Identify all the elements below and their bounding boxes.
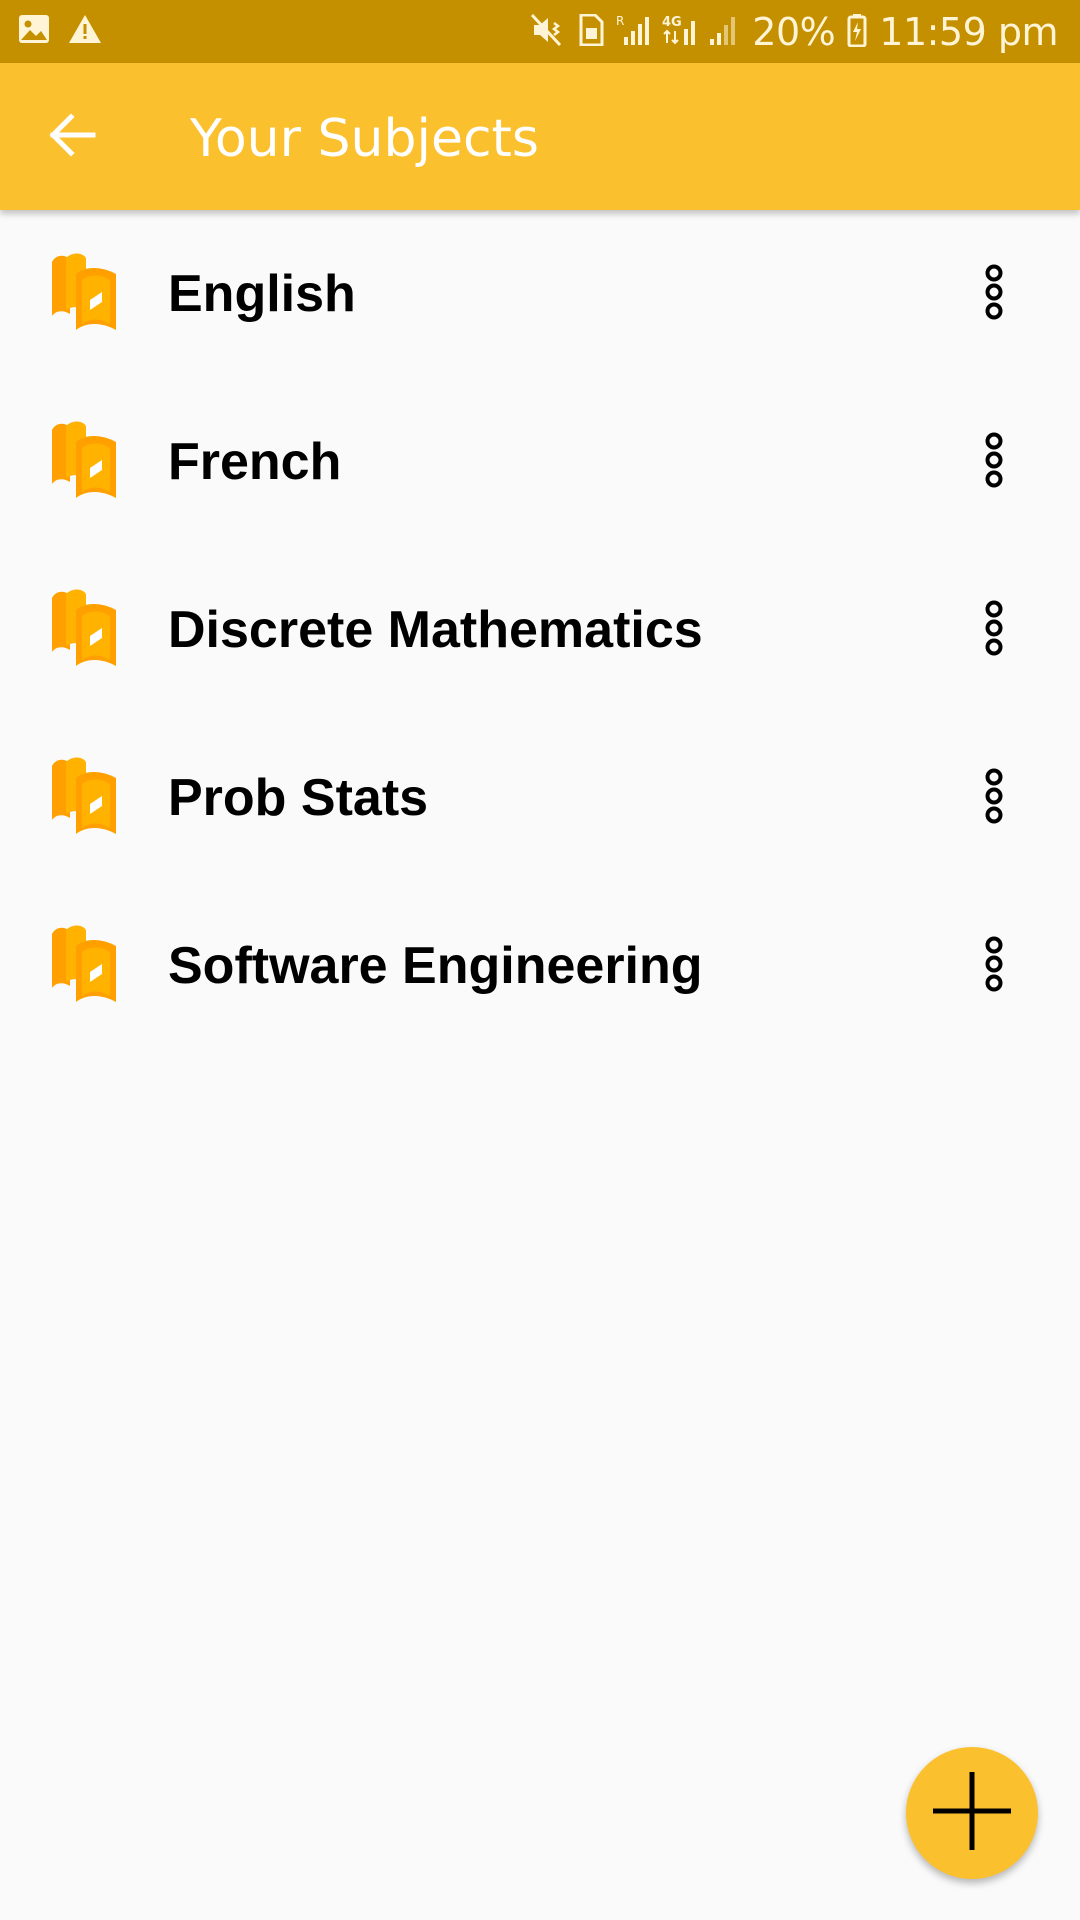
sim-icon (578, 13, 604, 51)
more-vert-button[interactable] (970, 594, 1018, 666)
add-icon (929, 1768, 1015, 1859)
subject-name: Prob Stats (168, 769, 429, 827)
books-icon (46, 756, 122, 840)
books-icon (46, 588, 122, 672)
status-bar: R 4G 20% 11:59 pm (0, 0, 1080, 63)
battery-icon (847, 13, 867, 52)
subject-name: Discrete Mathematics (168, 601, 703, 659)
status-left-icons (18, 14, 102, 49)
warning-icon (68, 14, 102, 49)
back-button[interactable] (36, 103, 110, 171)
subject-name: Software Engineering (168, 937, 703, 995)
list-item[interactable]: Prob Stats (0, 714, 1080, 882)
books-icon (46, 924, 122, 1008)
clock: 11:59 pm (879, 10, 1058, 54)
subject-list: English French Discrete Mathematics Prob… (0, 210, 1080, 1050)
arrow-back-icon (49, 112, 97, 162)
more-vert-icon (983, 600, 1005, 661)
list-item[interactable]: Software Engineering (0, 882, 1080, 1050)
more-vert-icon (983, 768, 1005, 829)
signal-r-icon: R (616, 13, 650, 52)
more-vert-icon (983, 936, 1005, 997)
svg-text:4G: 4G (662, 15, 682, 30)
more-vert-button[interactable] (970, 762, 1018, 834)
mute-vibrate-icon (530, 13, 566, 52)
list-item[interactable]: Discrete Mathematics (0, 546, 1080, 714)
subject-name: English (168, 265, 356, 323)
add-subject-button[interactable] (906, 1747, 1038, 1879)
subject-name: French (168, 433, 342, 491)
page-title: Your Subjects (190, 109, 540, 169)
gallery-icon (18, 14, 50, 49)
svg-text:R: R (616, 14, 624, 28)
status-right-icons: R 4G 20% 11:59 pm (530, 8, 1058, 56)
more-vert-icon (983, 264, 1005, 325)
list-item[interactable]: English (0, 210, 1080, 378)
battery-percent: 20% (752, 10, 836, 54)
more-vert-button[interactable] (970, 258, 1018, 330)
books-icon (46, 252, 122, 336)
signal-icon (708, 13, 740, 52)
app-bar: Your Subjects (0, 63, 1080, 210)
4g-icon: 4G (662, 13, 696, 52)
list-item[interactable]: French (0, 378, 1080, 546)
books-icon (46, 420, 122, 504)
more-vert-icon (983, 432, 1005, 493)
more-vert-button[interactable] (970, 426, 1018, 498)
more-vert-button[interactable] (970, 930, 1018, 1002)
